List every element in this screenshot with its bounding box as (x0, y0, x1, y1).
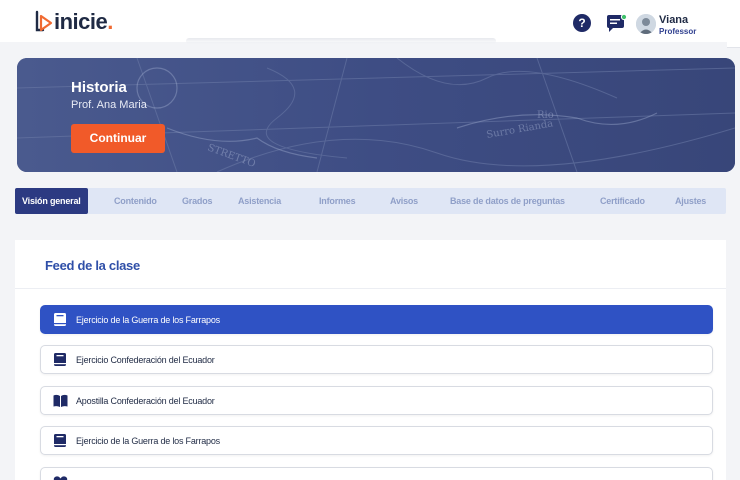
right-edge-panel (727, 0, 740, 48)
tab-certificate[interactable]: Certificado (600, 188, 645, 214)
tab-reports[interactable]: Informes (319, 188, 356, 214)
feed-item-label: Apostilla Confederación del Ecuador (76, 396, 215, 406)
tab-attendance[interactable]: Asistencia (238, 188, 281, 214)
class-feed-panel: Feed de la clase Ejercicio de la Guerra … (15, 240, 726, 480)
course-teacher: Prof. Ana Maria (71, 99, 147, 111)
top-bar: inicie. ? Viana Professor (0, 0, 740, 42)
course-banner: STRETTO Surro Rianda Rio Historia Prof. … (17, 58, 735, 172)
feed-item-label: Ejercicio de la Guerra de los Farrapos (76, 436, 220, 446)
logo-mark-icon (35, 10, 53, 32)
feed-item[interactable]: Ejercicio de la Guerra de los Farrapos (40, 426, 713, 455)
chat-bubble-icon[interactable] (605, 14, 627, 34)
tab-overview[interactable]: Visión general (15, 188, 88, 214)
feed-item-label: Ejercicio de la Guerra de los Farrapos (76, 315, 220, 325)
user-name[interactable]: Viana (659, 14, 688, 26)
feed-title: Feed de la clase (45, 258, 140, 273)
user-avatar-icon (636, 14, 656, 34)
question-circle-icon[interactable]: ? (573, 14, 591, 32)
tab-settings[interactable]: Ajustes (675, 188, 706, 214)
course-title: Historia (71, 79, 127, 96)
avatar[interactable] (636, 14, 656, 34)
map-background-image: STRETTO Surro Rianda Rio (17, 58, 735, 172)
heart-icon (53, 476, 68, 480)
open-book-icon (53, 394, 68, 407)
feed-item-partial[interactable] (40, 467, 713, 480)
book-icon (54, 434, 66, 447)
book-icon (54, 353, 66, 366)
feed-item[interactable]: Apostilla Confederación del Ecuador (40, 386, 713, 415)
header-shadow (186, 38, 496, 44)
tab-question-bank[interactable]: Base de datos de preguntas (450, 188, 565, 214)
tab-notices[interactable]: Avisos (390, 188, 418, 214)
svg-text:Rio: Rio (537, 110, 554, 121)
tab-content[interactable]: Contenido (114, 188, 157, 214)
feed-item[interactable]: Ejercicio Confederación del Ecuador (40, 345, 713, 374)
tab-grades[interactable]: Grados (182, 188, 213, 214)
feed-item[interactable]: Ejercicio de la Guerra de los Farrapos (40, 305, 713, 334)
logo-text: inicie. (54, 9, 113, 34)
course-tabs: Visión general Contenido Grados Asistenc… (15, 188, 726, 214)
feed-divider (15, 288, 726, 289)
book-icon (54, 313, 66, 326)
inicie-logo[interactable]: inicie. (34, 9, 113, 35)
continue-button[interactable]: Continuar (71, 124, 165, 153)
feed-item-label: Ejercicio Confederación del Ecuador (76, 355, 215, 365)
user-role: Professor (659, 27, 697, 36)
